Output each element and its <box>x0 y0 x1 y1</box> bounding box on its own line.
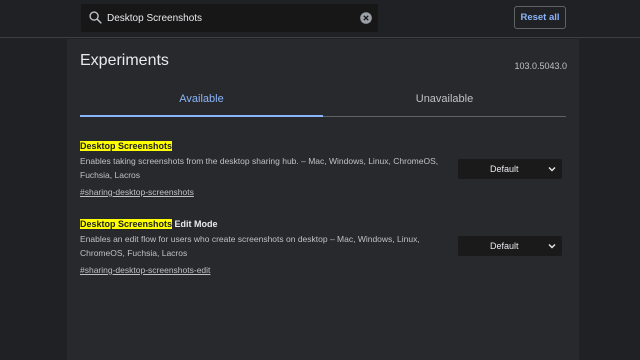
experiment-description: Enables an edit flow for users who creat… <box>80 234 420 258</box>
experiment-title: Desktop Screenshots Edit Mode <box>80 219 460 230</box>
search-highlight: Desktop Screenshots <box>80 141 173 151</box>
experiment-description: Enables taking screenshots from the desk… <box>80 156 439 180</box>
experiment-select[interactable]: Default <box>458 236 562 256</box>
experiments-panel: Experiments 103.0.5043.0 Available Unava… <box>67 39 579 360</box>
select-value: Default <box>490 164 519 174</box>
experiment-title-rest: Edit Mode <box>172 219 218 229</box>
flags-header: Reset all <box>0 0 640 38</box>
search-icon <box>89 11 102 24</box>
chevron-down-icon <box>548 167 556 172</box>
reset-all-button[interactable]: Reset all <box>514 6 566 29</box>
experiment-link[interactable]: #sharing-desktop-screenshots <box>80 187 194 197</box>
version-label: 103.0.5043.0 <box>514 61 567 71</box>
experiment-title: Desktop Screenshots <box>80 141 460 152</box>
tab-unavailable[interactable]: Unavailable <box>323 87 566 117</box>
experiment-select[interactable]: Default <box>458 159 562 179</box>
experiment-item: Desktop Screenshots Enables taking scree… <box>80 141 460 200</box>
search-highlight: Desktop Screenshots <box>80 219 173 229</box>
experiment-item: Desktop Screenshots Edit Mode Enables an… <box>80 219 460 278</box>
tab-available[interactable]: Available <box>80 87 323 117</box>
page-title: Experiments <box>80 52 169 69</box>
search-box[interactable] <box>81 4 378 32</box>
select-value: Default <box>490 241 519 251</box>
search-input[interactable] <box>107 4 347 32</box>
experiment-link[interactable]: #sharing-desktop-screenshots-edit <box>80 265 210 275</box>
chevron-down-icon <box>548 244 556 249</box>
clear-icon[interactable] <box>360 12 372 24</box>
